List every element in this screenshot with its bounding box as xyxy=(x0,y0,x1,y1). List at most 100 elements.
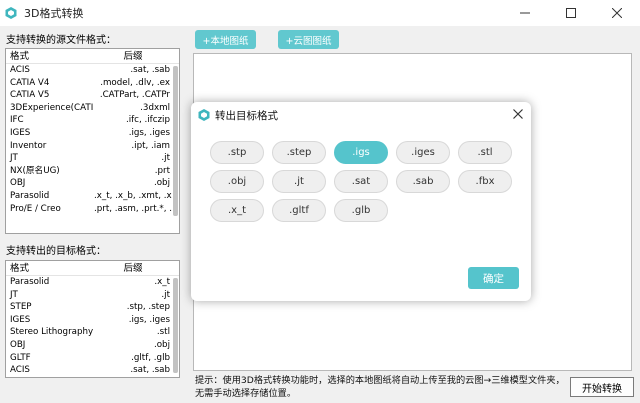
format-option[interactable]: .step xyxy=(272,141,326,164)
column-header-format: 格式 xyxy=(10,51,30,62)
maximize-button[interactable] xyxy=(548,0,594,26)
table-row[interactable]: JT .jt xyxy=(6,289,179,302)
table-row[interactable]: JT .jt xyxy=(6,152,179,165)
target-formats-list[interactable]: 格式 后缀 Parasolid .x_t JT .jt STEP .stp, .step I… xyxy=(5,260,180,378)
table-row[interactable]: NX(原名UG) .prt xyxy=(6,165,179,178)
hint-text: 提示：使用3D格式转换功能时，选择的本地图纸将自动上传至我的云图→三维模型文件夹… xyxy=(195,375,565,399)
close-icon xyxy=(513,109,523,119)
format-suffix: .stl xyxy=(156,327,170,338)
app-logo-icon xyxy=(198,109,210,121)
format-suffix: .igs, .iges xyxy=(128,127,170,138)
format-option[interactable]: .igs xyxy=(334,141,388,164)
format-option[interactable]: .x_t xyxy=(210,199,264,222)
table-row[interactable]: STEP .stp, .step xyxy=(6,301,179,314)
format-option[interactable]: .fbx xyxy=(458,170,512,193)
format-name: CATIA V5 xyxy=(10,90,50,101)
format-name: NX(原名UG) xyxy=(10,165,60,176)
minimize-icon xyxy=(520,12,530,14)
format-name: 3DExperience(CATI... xyxy=(10,102,94,113)
table-row[interactable]: IGES .igs, .iges xyxy=(6,127,179,140)
table-row[interactable]: Stereo Lithography .stl xyxy=(6,326,179,339)
format-option[interactable]: .obj xyxy=(210,170,264,193)
format-suffix: .igs, .iges xyxy=(128,314,170,325)
table-row[interactable]: Parasolid .x_t, .x_b, .xmt, .xm xyxy=(6,190,179,203)
source-formats-list[interactable]: 格式 后缀 ACIS .sat, .sab CATIA V4 .model, .dlv… xyxy=(5,48,180,234)
table-row[interactable]: OBJ .obj xyxy=(6,177,179,190)
start-convert-button[interactable]: 开始转换 xyxy=(570,377,634,397)
format-suffix: .obj xyxy=(153,339,170,350)
column-header-suffix: 后缀 xyxy=(123,51,143,62)
close-icon xyxy=(612,8,622,18)
target-list-header: 格式 后缀 xyxy=(6,261,179,276)
format-option[interactable]: .stp xyxy=(210,141,264,164)
format-suffix: .prt xyxy=(154,165,170,176)
dialog-close-button[interactable] xyxy=(510,106,526,122)
source-rows: ACIS .sat, .sab CATIA V4 .model, .dlv, .ex C… xyxy=(6,64,179,215)
format-option[interactable]: .stl xyxy=(458,141,512,164)
format-name: IGES xyxy=(10,127,31,138)
format-option[interactable]: .jt xyxy=(272,170,326,193)
format-option[interactable]: .iges xyxy=(396,141,450,164)
format-suffix: .stp, .step xyxy=(126,302,170,313)
format-name: Parasolid xyxy=(10,190,50,201)
add-cloud-drawing-button[interactable]: +云图图纸 xyxy=(278,30,339,49)
table-row[interactable]: 3DExperience(CATI... .3dxml xyxy=(6,102,179,115)
format-suffix: .CATPart, .CATPr xyxy=(99,90,170,101)
table-row[interactable]: IFC .ifc, .ifczip xyxy=(6,114,179,127)
format-suffix: .3dxml xyxy=(140,102,170,113)
format-suffix: .jt xyxy=(161,289,170,300)
format-name: CATIA V4 xyxy=(10,77,50,88)
table-row[interactable]: CATIA V5 .CATPart, .CATPr xyxy=(6,89,179,102)
format-name: Pro/E / Creo xyxy=(10,203,61,214)
format-name: Stereo Lithography xyxy=(10,327,94,338)
confirm-button[interactable]: 确定 xyxy=(468,267,519,289)
add-local-drawing-button[interactable]: +本地图纸 xyxy=(195,30,256,49)
format-option[interactable]: .glb xyxy=(334,199,388,222)
maximize-icon xyxy=(566,8,576,18)
format-suffix: .x_t xyxy=(154,277,170,287)
format-name: OBJ xyxy=(10,178,26,189)
format-name: OBJ xyxy=(10,339,26,350)
format-suffix: .prt, .asm, .prt.*, .as xyxy=(94,203,172,214)
table-row[interactable]: Pro/E / Creo .prt, .asm, .prt.*, .as xyxy=(6,203,179,216)
format-suffix: .sat, .sab xyxy=(130,365,170,376)
dialog-title: 转出目标格式 xyxy=(215,110,278,122)
format-option[interactable]: .gltf xyxy=(272,199,326,222)
format-name: IFC xyxy=(10,115,24,126)
format-option[interactable]: .sat xyxy=(334,170,388,193)
table-row[interactable]: GLTF .gltf, .glb xyxy=(6,352,179,365)
title-bar: 3D格式转换 xyxy=(0,0,640,26)
format-name: JT xyxy=(10,153,18,164)
table-row[interactable]: ACIS .sat, .sab xyxy=(6,364,179,377)
table-row[interactable]: Inventor .ipt, .iam xyxy=(6,140,179,153)
minimize-button[interactable] xyxy=(502,0,548,26)
format-suffix: .jt xyxy=(161,153,170,164)
format-suffix: .sat, .sab xyxy=(130,65,170,75)
target-formats-label: 支持转出的目标格式： xyxy=(6,246,106,257)
column-header-suffix: 后缀 xyxy=(123,263,143,274)
source-list-scrollbar[interactable] xyxy=(173,66,178,216)
window-title: 3D格式转换 xyxy=(24,7,84,20)
target-list-scrollbar[interactable] xyxy=(173,278,178,373)
table-row[interactable]: ACIS .sat, .sab xyxy=(6,64,179,77)
table-row[interactable]: IGES .igs, .iges xyxy=(6,314,179,327)
table-row[interactable]: CATIA V4 .model, .dlv, .ex xyxy=(6,77,179,90)
format-suffix: .x_t, .x_b, .xmt, .xm xyxy=(94,190,172,201)
format-suffix: .ifc, .ifczip xyxy=(125,115,170,126)
target-rows: Parasolid .x_t JT .jt STEP .stp, .step IGES .ig… xyxy=(6,276,179,377)
format-suffix: .ipt, .iam xyxy=(131,140,170,151)
format-option[interactable]: .sab xyxy=(396,170,450,193)
close-button[interactable] xyxy=(594,0,640,26)
column-header-format: 格式 xyxy=(10,263,30,274)
format-suffix: .gltf, .glb xyxy=(131,352,170,363)
format-name: Inventor xyxy=(10,140,47,151)
table-row[interactable]: Parasolid .x_t xyxy=(6,276,179,289)
format-name: JT xyxy=(10,289,18,300)
table-row[interactable]: OBJ .obj xyxy=(6,339,179,352)
format-name: GLTF xyxy=(10,352,31,363)
source-formats-label: 支持转换的源文件格式： xyxy=(6,35,116,46)
format-suffix: .model, .dlv, .ex xyxy=(100,77,170,88)
format-name: ACIS xyxy=(10,365,30,376)
source-list-header: 格式 后缀 xyxy=(6,49,179,64)
format-name: ACIS xyxy=(10,65,30,75)
